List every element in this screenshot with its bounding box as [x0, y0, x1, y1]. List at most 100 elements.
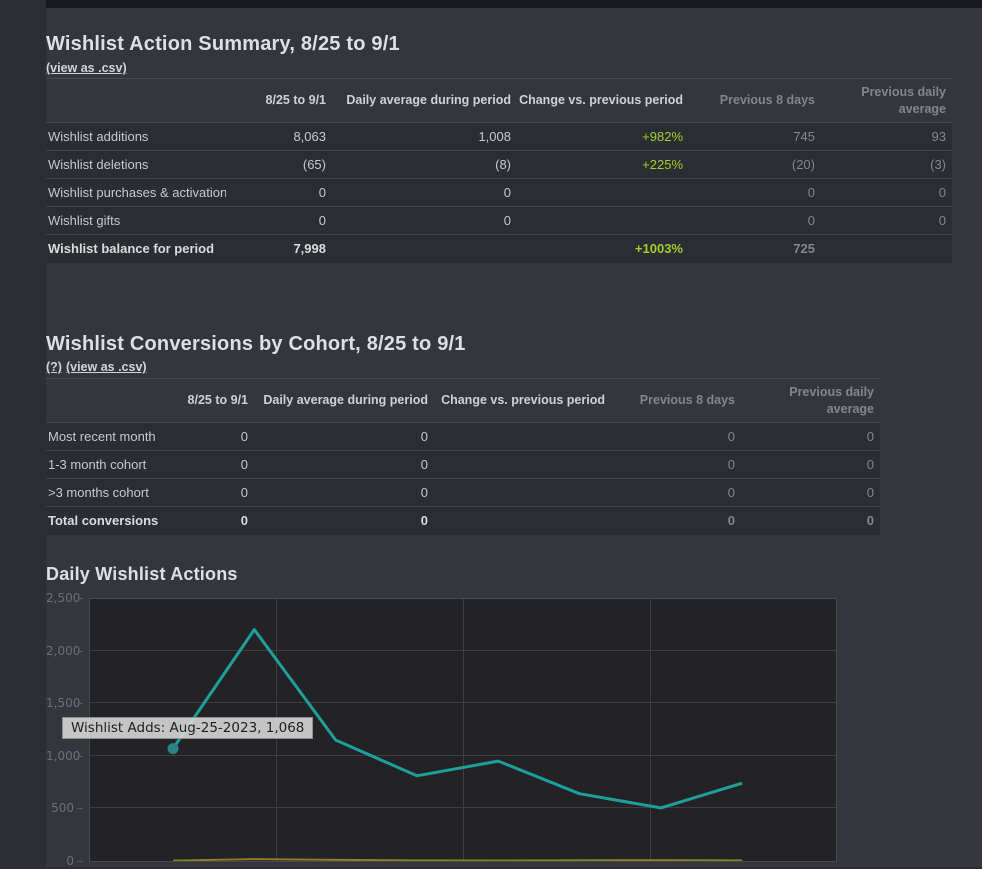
y-axis-tick-label: 2,500 [46, 590, 74, 606]
cell-prev8: 725 [689, 235, 821, 263]
wishlist-deletes-line[interactable] [173, 859, 742, 861]
row-label: Wishlist additions [46, 123, 226, 151]
table-row: >3 months cohort0000 [46, 479, 880, 507]
highlighted-data-point-marker[interactable] [168, 743, 179, 754]
cell-period: 7,998 [226, 235, 332, 263]
cell-period: 0 [166, 423, 254, 451]
column-header: Change vs. previous period [517, 79, 689, 123]
cell-prev_daily: 0 [741, 507, 880, 535]
y-axis-tick-mark [77, 861, 83, 862]
summary-section-title: Wishlist Action Summary, 8/25 to 9/1 [46, 33, 400, 56]
cell-period: 0 [166, 479, 254, 507]
cell-prev_daily: 0 [821, 207, 952, 235]
cell-period: 0 [166, 507, 254, 535]
cell-change [434, 451, 611, 479]
table-row: Wishlist purchases & activations0000 [46, 179, 952, 207]
column-header: Daily average during period [332, 79, 517, 123]
cell-prev8: 0 [611, 423, 741, 451]
row-label: Wishlist balance for period [46, 235, 226, 263]
y-axis-tick-label: 500 [46, 800, 74, 816]
row-label: Wishlist deletions [46, 151, 226, 179]
row-label: Most recent month [46, 423, 166, 451]
cell-daily_avg: (8) [332, 151, 517, 179]
cohort-table-header: 8/25 to 9/1Daily average during periodCh… [46, 379, 880, 423]
cell-daily_avg: 0 [254, 451, 434, 479]
cell-daily_avg: 0 [254, 479, 434, 507]
column-header: Daily average during period [254, 379, 434, 423]
cell-period: 0 [226, 207, 332, 235]
y-axis-tick-mark [77, 651, 83, 652]
table-row: Wishlist balance for period7,998 +1003%72… [46, 235, 952, 263]
cell-change [517, 207, 689, 235]
column-header: Previous daily average [821, 79, 952, 123]
cell-change [434, 423, 611, 451]
cell-daily_avg: 0 [332, 179, 517, 207]
cell-change [434, 507, 611, 535]
column-header: 8/25 to 9/1 [166, 379, 254, 423]
column-header: 8/25 to 9/1 [226, 79, 332, 123]
y-axis-tick-mark [77, 598, 83, 599]
column-header: Previous 8 days [611, 379, 741, 423]
cell-prev8: 0 [611, 451, 741, 479]
chart-tooltip: Wishlist Adds: Aug-25-2023, 1,068 [62, 717, 313, 739]
column-header: Change vs. previous period [434, 379, 611, 423]
chart-title: Daily Wishlist Actions [46, 564, 238, 585]
y-axis-tick-label: 2,000 [46, 643, 74, 659]
cell-daily_avg: 1,008 [332, 123, 517, 151]
page-top-dark-strip [46, 0, 982, 8]
cell-change: +225% [517, 151, 689, 179]
cell-prev8: 0 [611, 479, 741, 507]
cell-prev_daily: 0 [741, 479, 880, 507]
cell-prev_daily: 0 [821, 179, 952, 207]
cell-prev_daily: 0 [741, 423, 880, 451]
steam-wishlist-dashboard: { "colors": { "accent_green": "#a3cd29",… [0, 0, 982, 867]
column-header: Previous 8 days [689, 79, 821, 123]
row-label: Wishlist gifts [46, 207, 226, 235]
cell-daily_avg: 0 [254, 507, 434, 535]
table-row: Total conversions0000 [46, 507, 880, 535]
content-panel: Wishlist Action Summary, 8/25 to 9/1 (vi… [46, 8, 982, 867]
cell-change: +1003% [517, 235, 689, 263]
column-header-empty [46, 79, 226, 123]
row-label: >3 months cohort [46, 479, 166, 507]
y-axis-tick-label: 1,000 [46, 748, 74, 764]
cohort-help-link[interactable]: (?) [46, 360, 62, 374]
cell-daily_avg: 0 [332, 207, 517, 235]
cell-change: +982% [517, 123, 689, 151]
cell-period: (65) [226, 151, 332, 179]
row-label: Total conversions [46, 507, 166, 535]
table-row: Wishlist deletions(65)(8)+225%(20)(3) [46, 151, 952, 179]
wishlist-action-summary-table: 8/25 to 9/1Daily average during periodCh… [46, 78, 952, 263]
y-axis-tick-label: 1,500 [46, 695, 74, 711]
cell-prev8: (20) [689, 151, 821, 179]
cohort-section-title: Wishlist Conversions by Cohort, 8/25 to … [46, 333, 466, 356]
cell-prev_daily: (3) [821, 151, 952, 179]
cell-daily_avg [332, 235, 517, 263]
cell-period: 0 [166, 451, 254, 479]
cell-period: 8,063 [226, 123, 332, 151]
cell-daily_avg: 0 [254, 423, 434, 451]
summary-table-header: 8/25 to 9/1Daily average during periodCh… [46, 79, 952, 123]
summary-view-as-csv-link[interactable]: (view as .csv) [46, 61, 127, 75]
column-header-empty [46, 379, 166, 423]
wishlist-conversions-table: 8/25 to 9/1Daily average during periodCh… [46, 378, 880, 535]
cell-prev_daily: 93 [821, 123, 952, 151]
cell-change [517, 179, 689, 207]
cohort-csv-line: (?) (view as .csv) [46, 360, 147, 374]
row-label: 1-3 month cohort [46, 451, 166, 479]
cell-period: 0 [226, 179, 332, 207]
cell-change [434, 479, 611, 507]
cell-prev8: 0 [689, 207, 821, 235]
table-row: Wishlist gifts0000 [46, 207, 952, 235]
table-row: 1-3 month cohort0000 [46, 451, 880, 479]
cell-prev8: 0 [689, 179, 821, 207]
table-row: Wishlist additions8,0631,008+982%74593 [46, 123, 952, 151]
cell-prev8: 0 [611, 507, 741, 535]
row-label: Wishlist purchases & activations [46, 179, 226, 207]
cell-prev_daily: 0 [741, 451, 880, 479]
cohort-view-as-csv-link[interactable]: (view as .csv) [66, 360, 147, 374]
cell-prev_daily [821, 235, 952, 263]
y-axis-tick-mark [77, 703, 83, 704]
y-axis-tick-mark [77, 808, 83, 809]
cell-prev8: 745 [689, 123, 821, 151]
